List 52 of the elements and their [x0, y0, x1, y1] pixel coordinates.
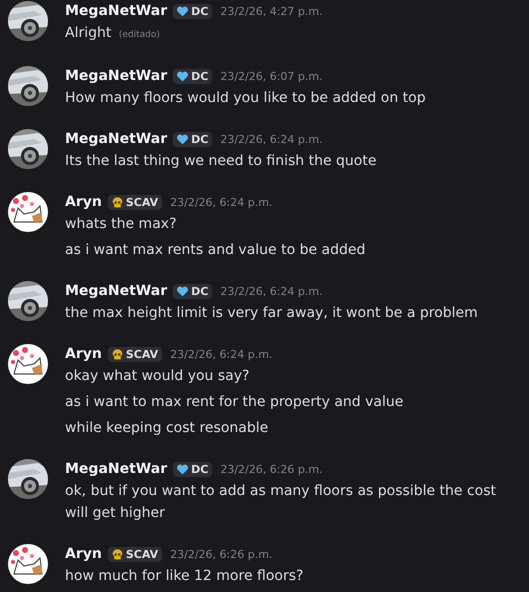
role-tag: DC	[191, 284, 208, 298]
edited-label: (editado)	[118, 30, 160, 40]
timestamp: 23/2/26, 6:24 p.m.	[220, 132, 323, 146]
role-badge[interactable]: SCAV	[108, 546, 162, 562]
message-text: while keeping cost resonable	[65, 420, 268, 436]
heart-icon	[176, 132, 190, 146]
message-text: Its the last thing we need to finish the quote	[65, 153, 376, 169]
timestamp: 23/2/26, 6:07 p.m.	[220, 70, 323, 82]
skull-icon	[110, 548, 124, 560]
timestamp: 23/2/26, 6:24 p.m.	[220, 284, 323, 298]
skull-icon	[110, 348, 124, 360]
role-tag: SCAV	[126, 548, 158, 560]
message-text: ok, but if you want to add as many floors as possible the cost will get higher	[65, 483, 496, 521]
message-text: the max height limit is very far away, it wont be a problem	[65, 305, 478, 321]
message-text: how much for like 12 more floors?	[65, 568, 304, 584]
skull-icon	[110, 196, 124, 208]
role-tag: DC	[191, 132, 208, 146]
role-tag: SCAV	[126, 348, 158, 360]
heart-icon	[176, 70, 190, 82]
role-tag: SCAV	[126, 196, 158, 208]
timestamp: 23/2/26, 6:26 p.m.	[170, 548, 272, 560]
role-badge[interactable]: DC	[173, 132, 212, 146]
role-badge[interactable]: SCAV	[108, 346, 162, 362]
author-name[interactable]: MegaNetWar	[65, 68, 168, 84]
role-tag: DC	[191, 70, 208, 82]
heart-icon	[176, 284, 190, 298]
author-name[interactable]: Aryn	[65, 546, 102, 562]
author-name[interactable]: MegaNetWar	[65, 131, 168, 147]
role-badge[interactable]: DC	[173, 68, 212, 84]
role-badge[interactable]: DC	[173, 4, 212, 18]
role-tag: DC	[191, 4, 208, 18]
message-text: okay what would you say?	[65, 368, 250, 384]
timestamp: 23/2/26, 6:24 p.m.	[170, 348, 272, 360]
timestamp: 23/2/26, 6:24 p.m.	[170, 196, 272, 208]
message-text: How many floors would you like to be added on top	[65, 90, 426, 106]
author-name[interactable]: MegaNetWar	[65, 461, 168, 477]
message-text: whats the max?	[65, 216, 176, 232]
role-badge[interactable]: DC	[173, 462, 212, 476]
author-name[interactable]: Aryn	[65, 194, 102, 210]
timestamp: 23/2/26, 4:27 p.m.	[220, 4, 323, 18]
message-text: as i want to max rent for the property and value	[65, 394, 404, 410]
heart-icon	[176, 4, 190, 18]
author-name[interactable]: Aryn	[65, 346, 102, 362]
role-badge[interactable]: SCAV	[108, 194, 162, 210]
author-name[interactable]: MegaNetWar	[65, 283, 168, 299]
message-text: as i want max rents and value to be added	[65, 242, 366, 258]
message-text: Alright	[65, 25, 112, 41]
timestamp: 23/2/26, 6:26 p.m.	[220, 462, 323, 476]
role-tag: DC	[191, 462, 208, 476]
role-badge[interactable]: DC	[173, 284, 212, 298]
heart-icon	[176, 462, 190, 476]
author-name[interactable]: MegaNetWar	[65, 3, 168, 19]
